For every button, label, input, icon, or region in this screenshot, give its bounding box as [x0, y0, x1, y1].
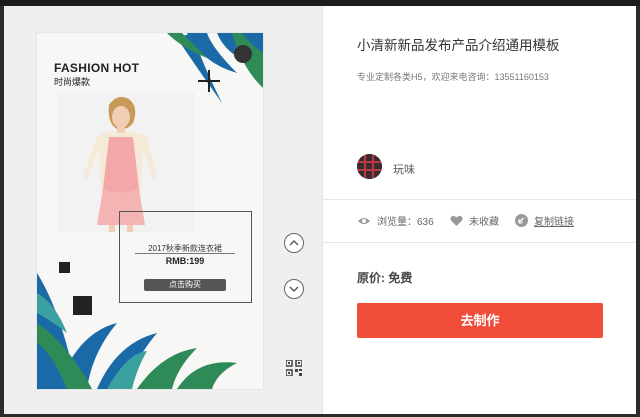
divider: [323, 199, 636, 200]
template-description: 专业定制各类H5，欢迎来电咨询：13551160153: [357, 72, 549, 82]
chevron-down-icon: [289, 286, 299, 292]
square-decoration: [73, 296, 92, 315]
copy-link-button[interactable]: 复制链接: [515, 213, 574, 228]
qr-code-icon[interactable]: [286, 360, 302, 376]
preview-pane: FASHION HOT 时尚爆款 2017秋季新款连衣裙 RMB:199 点击购…: [4, 6, 322, 414]
product-price: RMB:199: [165, 256, 205, 266]
details-pane: 小清新新品发布产品介绍通用模板 专业定制各类H5，欢迎来电咨询：13551160…: [323, 6, 636, 414]
plus-decoration: [198, 70, 220, 92]
square-decoration: [59, 262, 70, 273]
poster-title: FASHION HOT: [54, 61, 140, 75]
buy-button[interactable]: 点击购买: [144, 279, 226, 291]
prev-page-button[interactable]: [284, 233, 304, 253]
poster-subtitle: 时尚爆款: [54, 77, 91, 87]
heart-icon: [450, 215, 463, 226]
author-name[interactable]: 玩味: [393, 161, 415, 177]
template-preview-modal: FASHION HOT 时尚爆款 2017秋季新款连衣裙 RMB:199 点击购…: [4, 6, 636, 414]
divider: [323, 242, 636, 243]
favorite-button[interactable]: 未收藏: [450, 213, 499, 228]
favorite-label: 未收藏: [469, 217, 499, 228]
view-count-label: 浏览量：636: [377, 217, 434, 228]
brand-badge: [234, 45, 252, 63]
poster-preview[interactable]: FASHION HOT 时尚爆款 2017秋季新款连衣裙 RMB:199 点击购…: [37, 33, 263, 389]
avatar[interactable]: [357, 154, 382, 179]
original-price: 原价: 免费: [357, 271, 413, 285]
link-icon: [515, 214, 528, 227]
make-button[interactable]: 去制作: [357, 303, 603, 338]
copy-link-label: 复制链接: [534, 217, 574, 228]
next-page-button[interactable]: [284, 279, 304, 299]
chevron-up-icon: [289, 240, 299, 246]
template-title: 小清新新品发布产品介绍通用模板: [357, 38, 560, 53]
product-divider: [135, 253, 235, 254]
view-count: 浏览量：636: [357, 213, 434, 228]
eye-icon: [358, 217, 370, 224]
